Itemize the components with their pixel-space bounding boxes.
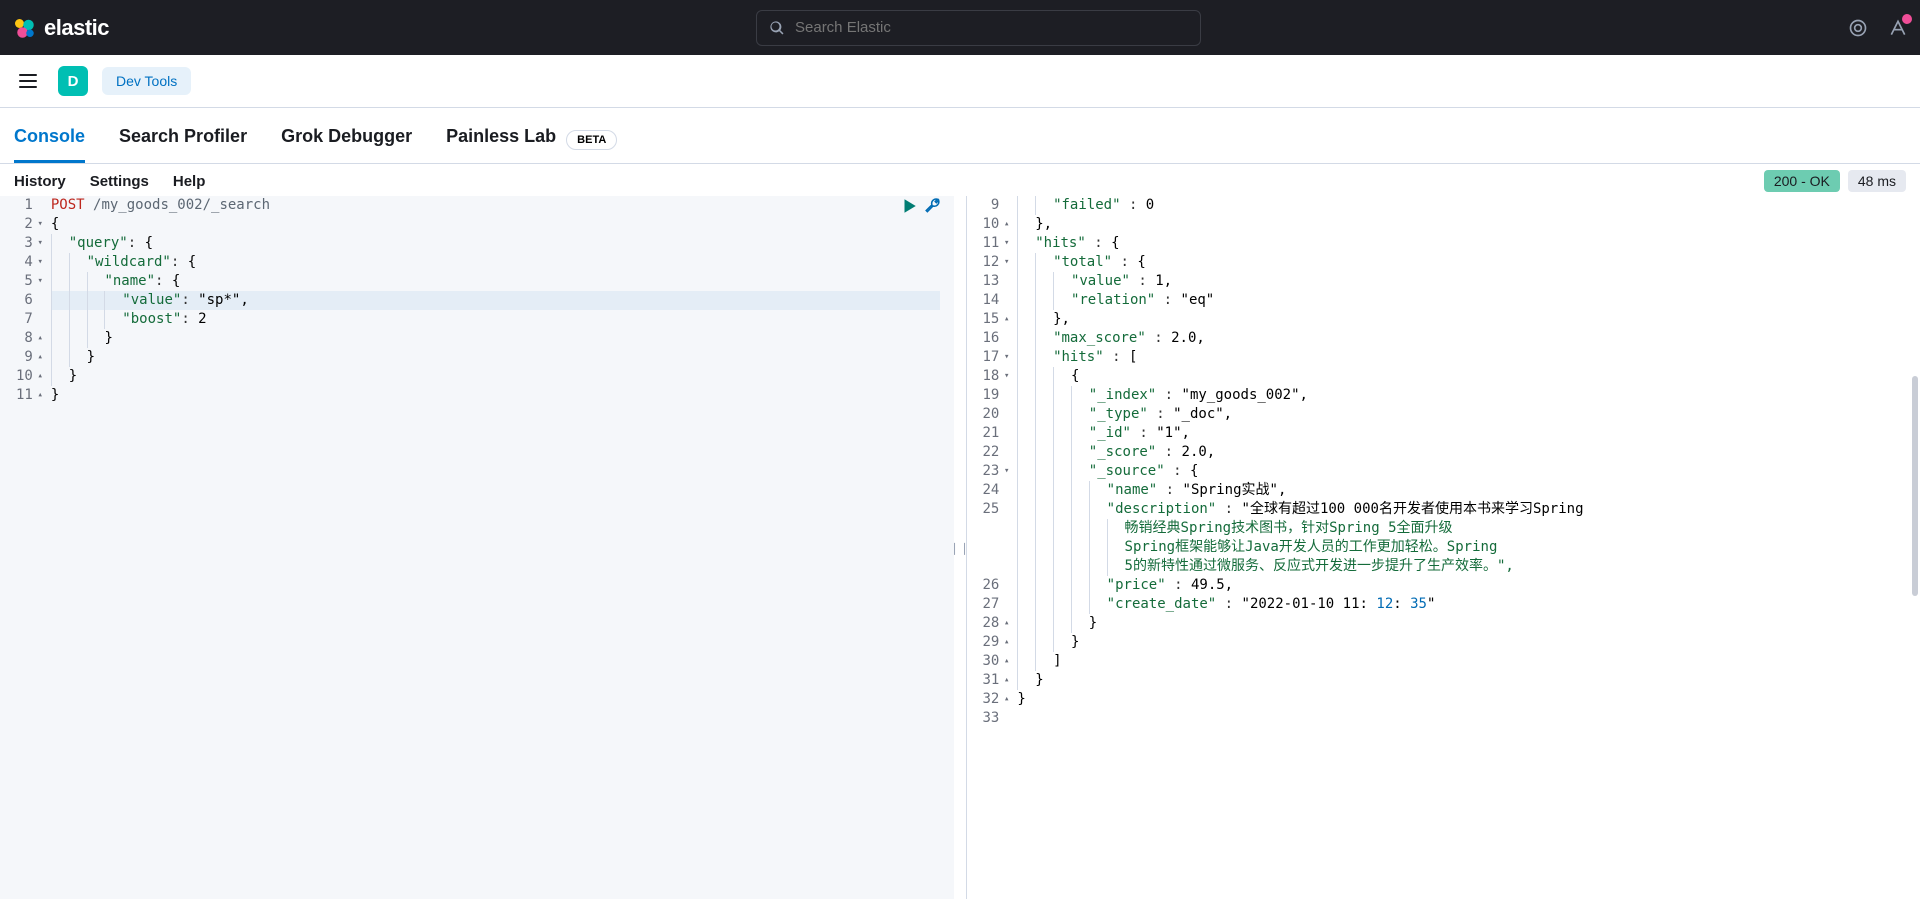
nav-toggle-button[interactable] bbox=[12, 65, 44, 97]
response-status-badge: 200 - OK bbox=[1764, 170, 1840, 192]
tab-console[interactable]: Console bbox=[14, 116, 85, 163]
breadcrumb-devtools[interactable]: Dev Tools bbox=[102, 67, 191, 95]
search-icon bbox=[769, 20, 785, 36]
pane-splitter[interactable]: ❘❘ bbox=[954, 196, 966, 899]
request-pane: 12▾3▾4▾5▾678▴9▴10▴11▴ POST /my_goods_002… bbox=[0, 196, 954, 899]
response-pane: 910▴11▾12▾131415▴1617▾18▾1920212223▾2425… bbox=[966, 196, 1920, 899]
sub-header: D Dev Tools bbox=[0, 55, 1920, 108]
global-search-input[interactable] bbox=[795, 19, 1188, 36]
request-editor[interactable]: 12▾3▾4▾5▾678▴9▴10▴11▴ POST /my_goods_002… bbox=[0, 196, 954, 899]
response-time-badge: 48 ms bbox=[1848, 170, 1906, 192]
scrollbar-thumb[interactable] bbox=[1912, 376, 1918, 596]
global-search[interactable] bbox=[756, 10, 1201, 46]
tab-grok-debugger[interactable]: Grok Debugger bbox=[281, 116, 412, 163]
notification-dot bbox=[1902, 14, 1912, 24]
wrench-icon[interactable] bbox=[924, 197, 942, 215]
global-header: elastic bbox=[0, 0, 1920, 55]
help-link[interactable]: Help bbox=[173, 173, 206, 190]
response-scrollbar[interactable] bbox=[1910, 196, 1920, 899]
console-toolbar: History Settings Help 200 - OK 48 ms bbox=[0, 164, 1920, 196]
hamburger-icon bbox=[18, 71, 38, 91]
setup-guide-icon[interactable] bbox=[1888, 18, 1908, 38]
response-editor[interactable]: 910▴11▾12▾131415▴1617▾18▾1920212223▾2425… bbox=[967, 196, 1920, 899]
space-selector[interactable]: D bbox=[58, 66, 88, 96]
elastic-logo-icon bbox=[12, 16, 36, 40]
play-icon[interactable] bbox=[900, 197, 918, 215]
newsfeed-icon[interactable] bbox=[1848, 18, 1868, 38]
request-actions bbox=[900, 197, 942, 215]
beta-badge: BETA bbox=[566, 130, 617, 150]
elastic-logo[interactable]: elastic bbox=[12, 15, 109, 41]
history-link[interactable]: History bbox=[14, 173, 66, 190]
console-split: 12▾3▾4▾5▾678▴9▴10▴11▴ POST /my_goods_002… bbox=[0, 196, 1920, 899]
elastic-logo-text: elastic bbox=[44, 15, 109, 41]
tab-painless-lab[interactable]: Painless Lab bbox=[446, 116, 556, 163]
settings-link[interactable]: Settings bbox=[90, 173, 149, 190]
tab-search-profiler[interactable]: Search Profiler bbox=[119, 116, 247, 163]
devtools-tabs: Console Search Profiler Grok Debugger Pa… bbox=[0, 116, 1920, 164]
